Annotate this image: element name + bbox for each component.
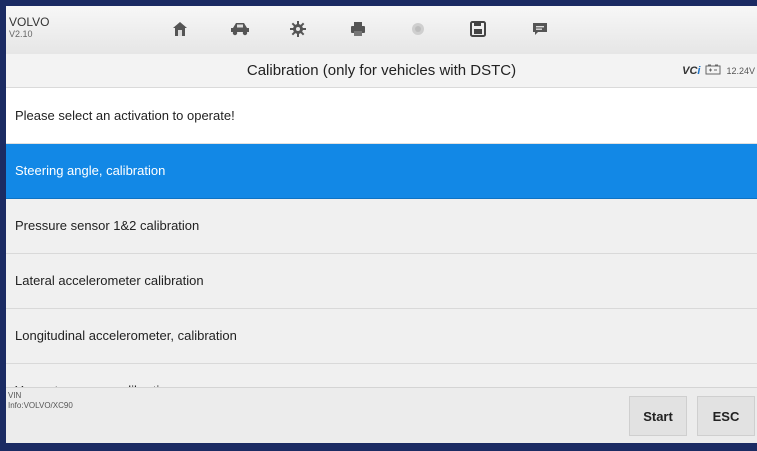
vci-connection-indicator: VCi xyxy=(682,64,701,77)
start-button[interactable]: Start xyxy=(629,396,687,436)
battery-voltage: 12.24V xyxy=(726,65,755,76)
esc-button[interactable]: ESC xyxy=(697,396,755,436)
save-icon xyxy=(469,20,487,38)
app-frame: VOLVO V2.10 Calibration (only for vehicl… xyxy=(0,0,757,451)
list-item-pressure-sensor-calibration[interactable]: Pressure sensor 1&2 calibration xyxy=(6,199,757,254)
vehicle-make: VOLVO xyxy=(9,15,50,29)
car-icon xyxy=(229,20,251,38)
printer-icon xyxy=(349,20,367,38)
title-bar: Calibration (only for vehicles with DSTC… xyxy=(6,54,757,88)
list-item-steering-angle-calibration[interactable]: Steering angle, calibration xyxy=(6,144,757,199)
instruction-text: Please select an activation to operate! xyxy=(6,88,757,144)
message-button[interactable] xyxy=(514,12,566,46)
software-version: V2.10 xyxy=(9,29,33,39)
gear-icon xyxy=(289,20,307,38)
list-item-lateral-accelerometer-calibration[interactable]: Lateral accelerometer calibration xyxy=(6,254,757,309)
save-button[interactable] xyxy=(452,12,504,46)
vehicle-info: VIN Info:VOLVO/XC90 xyxy=(8,391,73,411)
list-item-longitudinal-accelerometer-calibration[interactable]: Longitudinal accelerometer, calibration xyxy=(6,309,757,364)
footer-bar: VIN Info:VOLVO/XC90 Start ESC xyxy=(6,387,757,443)
activation-list: Please select an activation to operate! … xyxy=(6,88,757,388)
print-button[interactable] xyxy=(332,12,384,46)
vin-label: VIN xyxy=(8,391,22,400)
vehicle-brand: VOLVO V2.10 xyxy=(9,16,49,40)
page-title: Calibration (only for vehicles with DSTC… xyxy=(246,62,517,79)
message-icon xyxy=(531,20,549,38)
vci-status: VCi 12.24V xyxy=(682,54,755,87)
record-button[interactable] xyxy=(392,12,444,46)
record-icon xyxy=(410,21,426,37)
vehicle-swap-button[interactable] xyxy=(214,12,266,46)
list-item-yaw-rate-sensor-calibration[interactable]: Yaw rate sensor, calibration xyxy=(6,364,757,388)
home-icon xyxy=(171,20,189,38)
top-toolbar: VOLVO V2.10 xyxy=(6,6,757,55)
settings-button[interactable] xyxy=(272,12,324,46)
home-button[interactable] xyxy=(154,12,206,46)
vehicle-info-text: Info:VOLVO/XC90 xyxy=(8,401,73,410)
battery-icon xyxy=(705,64,721,77)
